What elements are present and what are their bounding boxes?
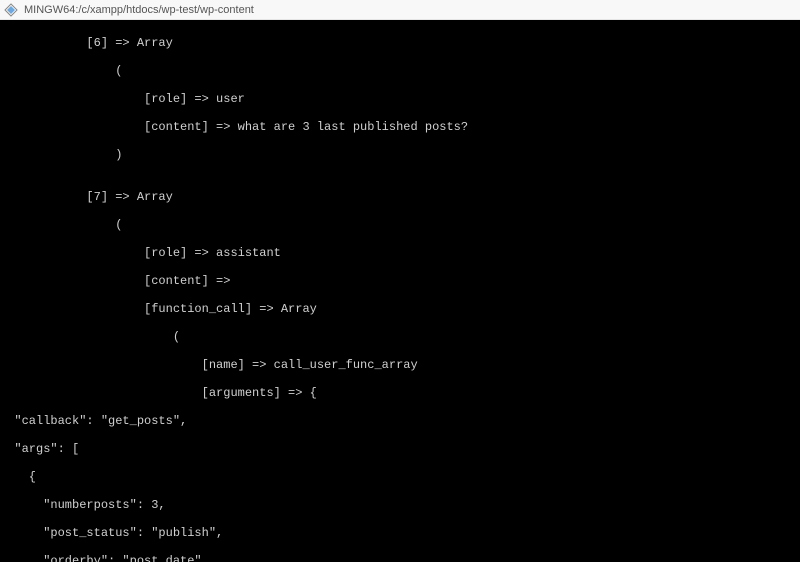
window-title: MINGW64:/c/xampp/htdocs/wp-test/wp-conte… bbox=[24, 4, 254, 16]
terminal-line: "numberposts": 3, bbox=[0, 498, 800, 512]
terminal-line: ( bbox=[0, 64, 800, 78]
terminal-line: [6] => Array bbox=[0, 36, 800, 50]
terminal-line: [role] => user bbox=[0, 92, 800, 106]
terminal-line: { bbox=[0, 470, 800, 484]
terminal-line: [role] => assistant bbox=[0, 246, 800, 260]
window-titlebar[interactable]: MINGW64:/c/xampp/htdocs/wp-test/wp-conte… bbox=[0, 0, 800, 20]
terminal-line: [function_call] => Array bbox=[0, 302, 800, 316]
terminal-line: "args": [ bbox=[0, 442, 800, 456]
terminal-line: ) bbox=[0, 148, 800, 162]
app-icon bbox=[4, 3, 18, 17]
terminal-line: ( bbox=[0, 218, 800, 232]
terminal-line: "orderby": "post_date", bbox=[0, 554, 800, 562]
terminal-line: [content] => what are 3 last published p… bbox=[0, 120, 800, 134]
terminal-line: [arguments] => { bbox=[0, 386, 800, 400]
terminal-line: [name] => call_user_func_array bbox=[0, 358, 800, 372]
terminal-line: ( bbox=[0, 330, 800, 344]
terminal-line: [content] => bbox=[0, 274, 800, 288]
terminal-viewport[interactable]: [6] => Array ( [role] => user [content] … bbox=[0, 20, 800, 562]
terminal-line: "post_status": "publish", bbox=[0, 526, 800, 540]
terminal-line: [7] => Array bbox=[0, 190, 800, 204]
terminal-line: "callback": "get_posts", bbox=[0, 414, 800, 428]
